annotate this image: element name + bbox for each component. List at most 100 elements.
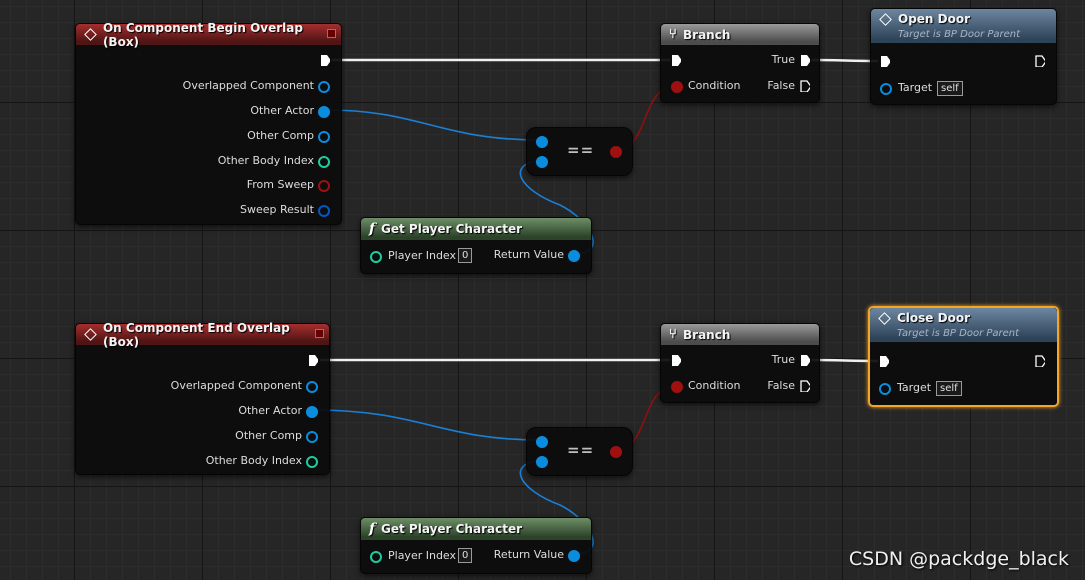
exec-out-pin-icon[interactable]	[1035, 355, 1045, 367]
pin-label-condition: Condition	[688, 79, 741, 92]
object-pin-icon[interactable]	[318, 131, 330, 143]
branch-node[interactable]: ⑂ Branch True Condition False	[660, 23, 820, 103]
open-door-node[interactable]: Open Door Target is BP Door Parent Targe…	[870, 8, 1057, 105]
pin-label-target: Target	[897, 381, 932, 394]
pin-label-condition: Condition	[688, 379, 741, 392]
object-pin-icon[interactable]	[568, 550, 580, 562]
exec-in-pin-icon[interactable]	[879, 355, 889, 367]
exec-out-pin-icon[interactable]	[800, 54, 810, 66]
branch-icon: ⑂	[669, 326, 677, 342]
node-title: On Component End Overlap (Box)	[102, 320, 290, 349]
struct-pin-icon[interactable]	[318, 205, 330, 217]
object-pin-icon[interactable]	[306, 381, 318, 393]
event-diamond-icon	[84, 28, 97, 41]
pin-label-target: Target	[898, 81, 933, 94]
exec-in-pin-icon[interactable]	[671, 354, 681, 366]
object-pin-icon[interactable]	[536, 456, 548, 468]
function-icon: f	[369, 221, 376, 237]
equal-operator-label: ==	[567, 141, 595, 159]
event-diamond-icon	[84, 328, 97, 341]
pin-label-other-body-index: Other Body Index	[217, 154, 314, 167]
int-pin-icon[interactable]	[306, 456, 318, 468]
bool-pin-icon[interactable]	[671, 381, 683, 393]
node-header[interactable]: Close Door Target is BP Door Parent	[870, 308, 1057, 342]
node-title: Get Player Character	[381, 222, 522, 236]
equal-object-node[interactable]: ==	[526, 427, 633, 476]
exec-in-pin-icon[interactable]	[671, 54, 681, 66]
object-pin-icon[interactable]	[536, 436, 548, 448]
node-subtitle: Target is BP Door Parent	[898, 29, 1021, 40]
equal-operator-label: ==	[567, 441, 595, 459]
pin-label-true: True	[771, 353, 795, 366]
pin-label-return-value: Return Value	[493, 548, 564, 561]
int-pin-icon[interactable]	[370, 551, 382, 563]
pin-label-other-comp: Other Comp	[235, 429, 302, 442]
node-title: Branch	[683, 327, 731, 342]
object-pin-icon[interactable]	[306, 406, 318, 418]
node-header[interactable]: ⑂ Branch	[661, 24, 819, 45]
pin-label-sweep-result: Sweep Result	[240, 203, 314, 216]
node-title: On Component Begin Overlap (Box)	[102, 20, 303, 49]
object-pin-icon[interactable]	[879, 383, 891, 395]
object-pin-icon[interactable]	[568, 250, 580, 262]
pin-label-overlapped-component: Overlapped Component	[170, 379, 302, 392]
pin-label-overlapped-component: Overlapped Component	[182, 79, 314, 92]
exec-out-pin-icon[interactable]	[800, 354, 810, 366]
event-close-icon[interactable]	[315, 329, 324, 338]
end-overlap-event-node[interactable]: On Component End Overlap (Box) Overlappe…	[75, 321, 330, 475]
target-value-box[interactable]: self	[936, 381, 962, 396]
node-header[interactable]: f Get Player Character	[361, 218, 591, 240]
node-header[interactable]: ⑂ Branch	[661, 324, 819, 345]
branch-icon: ⑂	[669, 26, 677, 42]
node-title: Branch	[683, 27, 731, 42]
function-call-icon	[879, 12, 892, 26]
get-player-character-node[interactable]: f Get Player Character Player Index 0 Ret…	[360, 517, 592, 574]
bool-pin-icon[interactable]	[610, 446, 622, 458]
object-pin-icon[interactable]	[536, 156, 548, 168]
object-pin-icon[interactable]	[318, 106, 330, 118]
bool-pin-icon[interactable]	[671, 81, 683, 93]
event-close-icon[interactable]	[327, 29, 336, 38]
object-pin-icon[interactable]	[536, 136, 548, 148]
node-subtitle: Target is BP Door Parent	[897, 328, 1020, 339]
player-index-input[interactable]: 0	[458, 248, 473, 263]
node-header[interactable]: On Component Begin Overlap (Box)	[76, 21, 341, 49]
object-wire[interactable]	[325, 109, 541, 141]
pin-label-player-index: Player Index	[388, 249, 457, 262]
bool-pin-icon[interactable]	[318, 180, 330, 192]
pin-label-from-sweep: From Sweep	[246, 178, 314, 191]
object-pin-icon[interactable]	[318, 81, 330, 93]
exec-out-pin-icon[interactable]	[320, 54, 330, 66]
node-header[interactable]: f Get Player Character	[361, 518, 591, 540]
exec-out-pin-icon[interactable]	[800, 380, 810, 392]
int-pin-icon[interactable]	[318, 156, 330, 168]
exec-out-pin-icon[interactable]	[1035, 55, 1045, 67]
object-pin-icon[interactable]	[306, 431, 318, 443]
player-index-input[interactable]: 0	[458, 548, 473, 563]
bool-pin-icon[interactable]	[610, 146, 622, 158]
function-icon: f	[369, 521, 376, 537]
function-call-icon	[878, 311, 891, 325]
pin-label-true: True	[771, 53, 795, 66]
exec-wire[interactable]	[811, 58, 879, 63]
node-header[interactable]: On Component End Overlap (Box)	[76, 321, 329, 349]
pin-label-false: False	[767, 79, 795, 92]
node-title: Open Door	[898, 12, 971, 26]
object-wire[interactable]	[313, 409, 541, 441]
exec-out-pin-icon[interactable]	[308, 354, 318, 366]
branch-node[interactable]: ⑂ Branch True Condition False	[660, 323, 820, 403]
node-title: Get Player Character	[381, 522, 522, 536]
equal-object-node[interactable]: ==	[526, 127, 633, 176]
object-pin-icon[interactable]	[880, 83, 892, 95]
watermark: CSDN @packdge_black	[848, 548, 1069, 570]
pin-label-false: False	[767, 379, 795, 392]
begin-overlap-event-node[interactable]: On Component Begin Overlap (Box) Overlap…	[75, 21, 342, 225]
target-value-box[interactable]: self	[937, 81, 963, 96]
close-door-node[interactable]: Close Door Target is BP Door Parent Targ…	[868, 306, 1059, 407]
get-player-character-node[interactable]: f Get Player Character Player Index 0 Ret…	[360, 217, 592, 274]
int-pin-icon[interactable]	[370, 251, 382, 263]
node-header[interactable]: Open Door Target is BP Door Parent	[871, 9, 1056, 43]
pin-label-return-value: Return Value	[493, 248, 564, 261]
exec-out-pin-icon[interactable]	[800, 80, 810, 92]
exec-in-pin-icon[interactable]	[880, 55, 890, 67]
